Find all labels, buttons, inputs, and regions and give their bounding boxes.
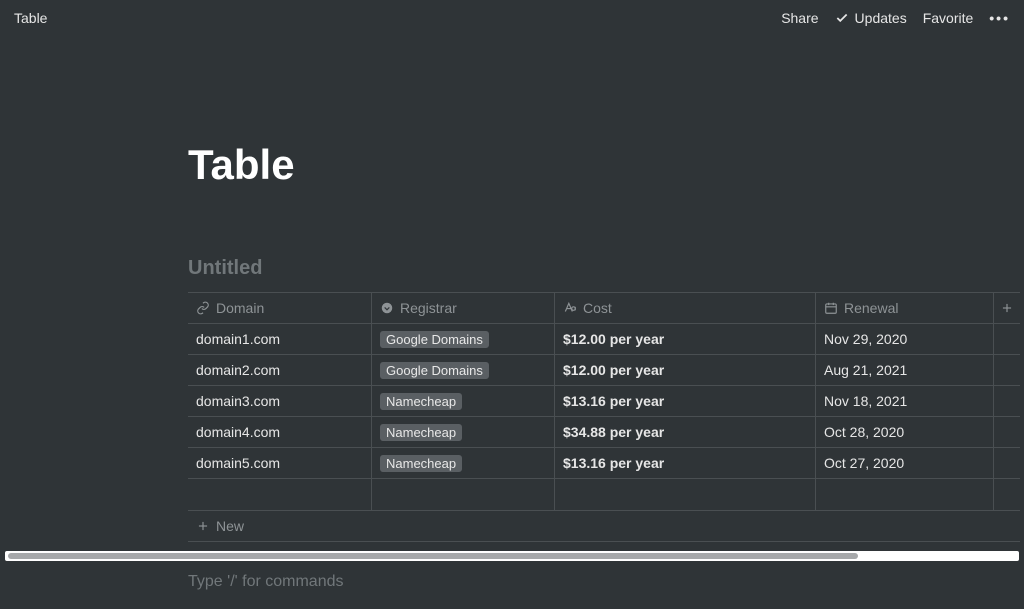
cell-domain[interactable]: domain1.com bbox=[188, 324, 372, 354]
cell-renewal[interactable]: Nov 18, 2021 bbox=[816, 386, 994, 416]
cell-cost[interactable]: $12.00 per year bbox=[555, 324, 816, 354]
cell-registrar[interactable]: Namecheap bbox=[372, 386, 555, 416]
new-row-button[interactable]: New bbox=[188, 511, 1020, 542]
add-column-button[interactable] bbox=[994, 293, 1020, 323]
cell-domain[interactable]: domain3.com bbox=[188, 386, 372, 416]
cell-domain[interactable]: domain4.com bbox=[188, 417, 372, 447]
table-row-empty[interactable] bbox=[188, 479, 1020, 511]
updates-button[interactable]: Updates bbox=[835, 10, 907, 26]
scrollbar-thumb[interactable] bbox=[8, 553, 858, 559]
check-icon bbox=[835, 11, 849, 25]
cell-renewal[interactable]: Aug 21, 2021 bbox=[816, 355, 994, 385]
table-row[interactable]: domain1.com Google Domains $12.00 per year… bbox=[188, 324, 1020, 355]
column-header-domain[interactable]: Domain bbox=[188, 293, 372, 323]
registrar-tag: Google Domains bbox=[380, 331, 489, 348]
favorite-button[interactable]: Favorite bbox=[923, 10, 974, 26]
text-icon bbox=[563, 301, 577, 315]
plus-icon bbox=[196, 519, 210, 533]
cell-cost[interactable]: $34.88 per year bbox=[555, 417, 816, 447]
table-row[interactable]: domain3.com Namecheap $13.16 per yearNov 1… bbox=[188, 386, 1020, 417]
registrar-tag: Namecheap bbox=[380, 393, 462, 410]
cell-registrar[interactable]: Namecheap bbox=[372, 448, 555, 478]
table-row[interactable]: domain5.com Namecheap $13.16 per yearOct 2… bbox=[188, 448, 1020, 479]
updates-label: Updates bbox=[855, 10, 907, 26]
column-header-cost[interactable]: Cost bbox=[555, 293, 816, 323]
column-header-renewal[interactable]: Renewal bbox=[816, 293, 994, 323]
cell-cost[interactable]: $12.00 per year bbox=[555, 355, 816, 385]
database-table: Domain Registrar Cost Renewal domain1.co… bbox=[188, 292, 1020, 542]
more-menu-button[interactable]: ••• bbox=[989, 10, 1010, 26]
link-icon bbox=[196, 301, 210, 315]
column-header-registrar[interactable]: Registrar bbox=[372, 293, 555, 323]
editor-placeholder[interactable]: Type '/' for commands bbox=[188, 573, 344, 591]
plus-icon bbox=[1000, 301, 1014, 315]
registrar-tag: Google Domains bbox=[380, 362, 489, 379]
page-title[interactable]: Table bbox=[188, 141, 1024, 189]
cell-cost[interactable]: $13.16 per year bbox=[555, 448, 816, 478]
new-row-label: New bbox=[216, 518, 244, 534]
share-button[interactable]: Share bbox=[781, 10, 818, 26]
horizontal-scrollbar[interactable] bbox=[5, 551, 1019, 561]
registrar-tag: Namecheap bbox=[380, 455, 462, 472]
cell-registrar[interactable]: Google Domains bbox=[372, 355, 555, 385]
cell-cost[interactable]: $13.16 per year bbox=[555, 386, 816, 416]
table-row[interactable]: domain2.com Google Domains $12.00 per year… bbox=[188, 355, 1020, 386]
database-title[interactable]: Untitled bbox=[188, 257, 1024, 280]
table-row[interactable]: domain4.com Namecheap $34.88 per yearOct 2… bbox=[188, 417, 1020, 448]
cell-domain[interactable]: domain5.com bbox=[188, 448, 372, 478]
cell-domain[interactable]: domain2.com bbox=[188, 355, 372, 385]
breadcrumb[interactable]: Table bbox=[14, 10, 47, 26]
cell-registrar[interactable]: Namecheap bbox=[372, 417, 555, 447]
registrar-tag: Namecheap bbox=[380, 424, 462, 441]
table-header-row: Domain Registrar Cost Renewal bbox=[188, 293, 1020, 324]
calendar-icon bbox=[824, 301, 838, 315]
cell-renewal[interactable]: Oct 28, 2020 bbox=[816, 417, 994, 447]
cell-renewal[interactable]: Oct 27, 2020 bbox=[816, 448, 994, 478]
cell-renewal[interactable]: Nov 29, 2020 bbox=[816, 324, 994, 354]
select-icon bbox=[380, 301, 394, 315]
cell-registrar[interactable]: Google Domains bbox=[372, 324, 555, 354]
